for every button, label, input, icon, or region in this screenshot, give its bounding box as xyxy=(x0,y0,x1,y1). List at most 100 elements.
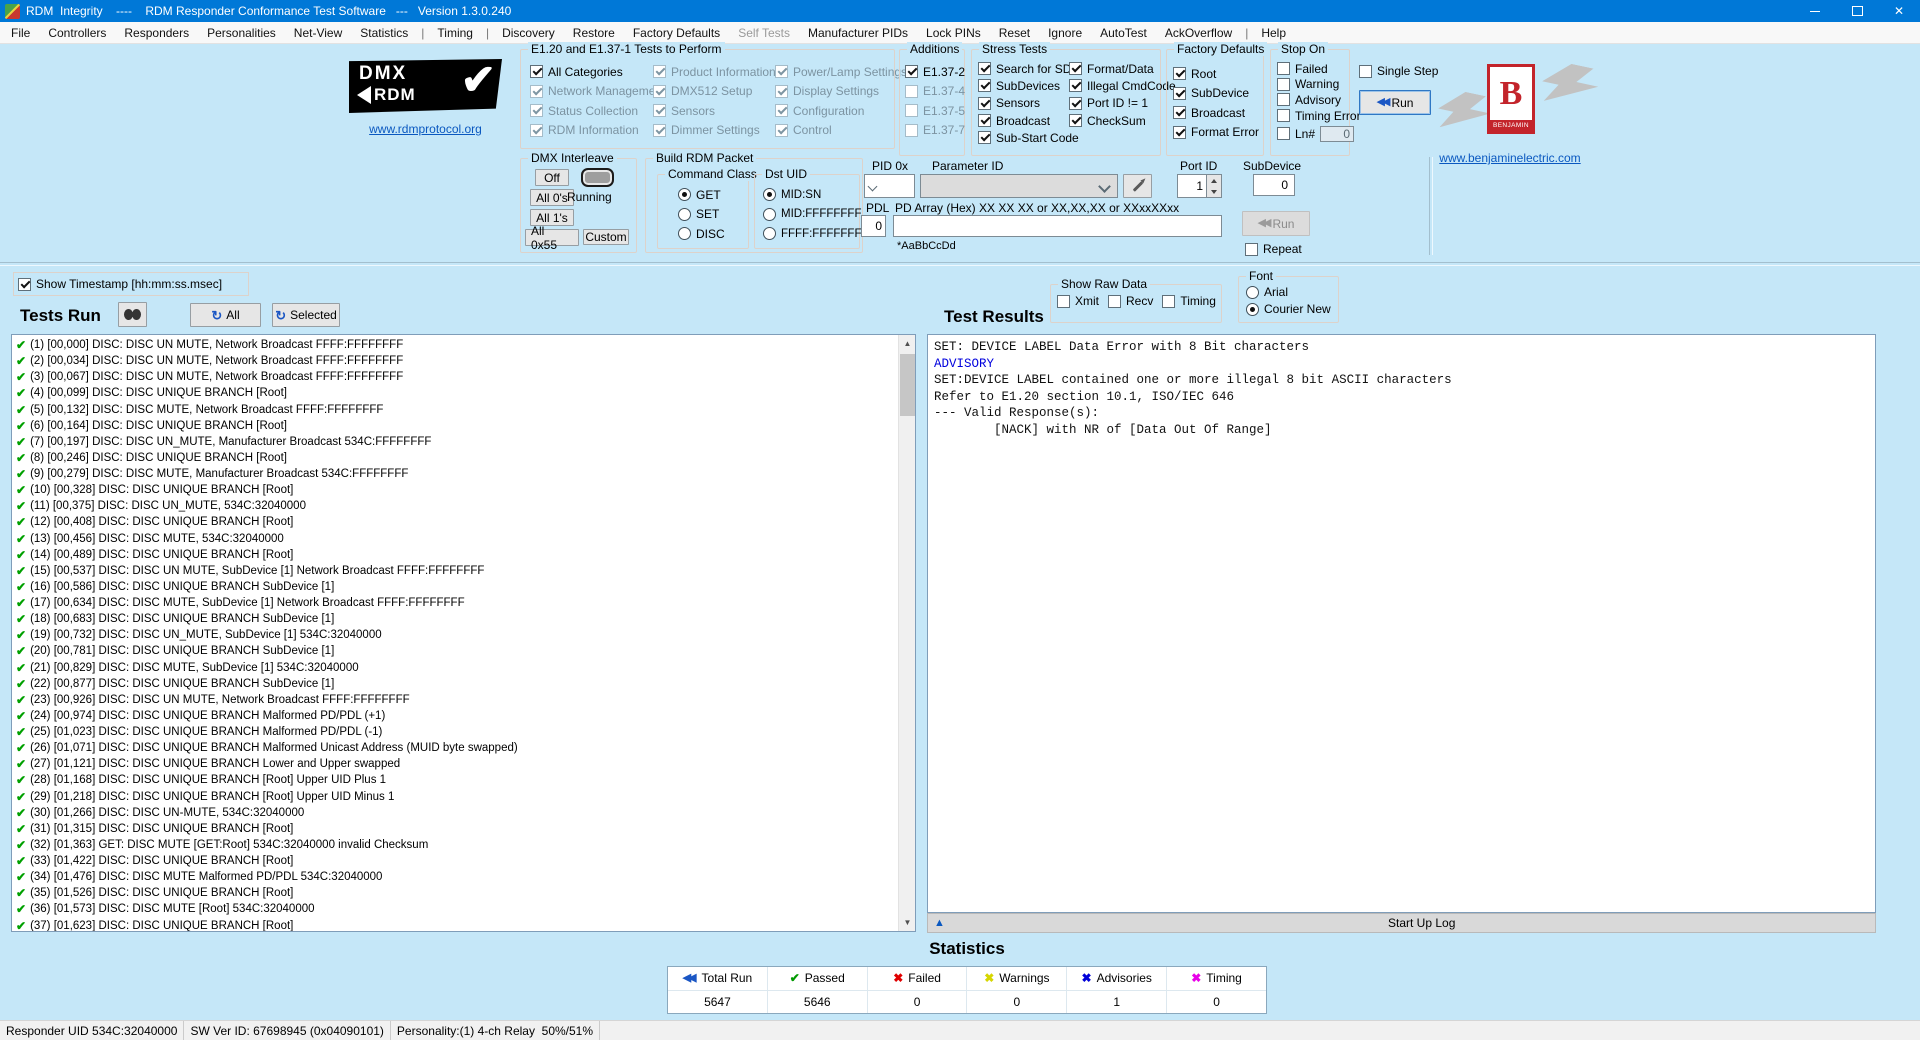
test-run-item[interactable]: ✔ (17) [00,634] DISC: DISC MUTE, SubDevi… xyxy=(12,595,915,611)
interleave-button[interactable]: Off xyxy=(535,169,569,186)
test-run-item[interactable]: ✔ (16) [00,586] DISC: DISC UNIQUE BRANCH… xyxy=(12,579,915,595)
test-category-checkbox[interactable]: Network Management xyxy=(530,82,665,102)
menu-item[interactable]: Responders xyxy=(115,22,198,44)
single-step-row[interactable]: Single Step xyxy=(1359,64,1438,78)
stress-test-checkbox[interactable]: Port ID != 1 xyxy=(1069,95,1176,112)
command-class-radio[interactable]: GET xyxy=(678,185,725,205)
ln-number-field[interactable] xyxy=(1320,126,1354,142)
test-run-item[interactable]: ✔ (34) [01,476] DISC: DISC MUTE Malforme… xyxy=(12,869,915,885)
test-run-item[interactable]: ✔ (33) [01,422] DISC: DISC UNIQUE BRANCH… xyxy=(12,853,915,869)
spinner-buttons[interactable] xyxy=(1207,174,1222,198)
startup-log-bar[interactable]: ▲ Start Up Log xyxy=(927,913,1876,933)
menu-item[interactable]: Manufacturer PIDs xyxy=(799,22,917,44)
test-category-checkbox[interactable]: Sensors xyxy=(653,101,776,121)
test-category-checkbox[interactable]: Status Collection xyxy=(530,101,665,121)
test-run-item[interactable]: ✔ (22) [00,877] DISC: DISC UNIQUE BRANCH… xyxy=(12,676,915,692)
command-class-radio[interactable]: SET xyxy=(678,205,725,225)
test-category-checkbox[interactable]: DMX512 Setup xyxy=(653,82,776,102)
menu-item[interactable]: | xyxy=(482,22,493,44)
test-run-item[interactable]: ✔ (37) [01,623] DISC: DISC UNIQUE BRANCH… xyxy=(12,918,915,933)
test-category-checkbox[interactable]: Dimmer Settings xyxy=(653,121,776,141)
scrollbar-thumb[interactable] xyxy=(900,354,915,416)
test-run-item[interactable]: ✔ (3) [00,067] DISC: DISC UN MUTE, Netwo… xyxy=(12,369,915,385)
stop-on-checkbox[interactable]: Timing Error xyxy=(1277,108,1361,124)
addition-checkbox[interactable]: E1.37-2 xyxy=(905,62,965,82)
pdl-field[interactable] xyxy=(861,215,886,237)
spin-down-button[interactable] xyxy=(1207,186,1221,197)
test-run-item[interactable]: ✔ (8) [00,246] DISC: DISC UNIQUE BRANCH … xyxy=(12,450,915,466)
minimize-button[interactable] xyxy=(1794,0,1836,22)
rerun-selected-button[interactable]: ↻ Selected xyxy=(272,303,340,327)
parameter-id-combobox[interactable] xyxy=(920,174,1118,198)
stop-on-checkbox[interactable]: Failed xyxy=(1277,61,1361,77)
addition-checkbox[interactable]: E1.37-4 xyxy=(905,82,965,102)
factory-default-checkbox[interactable]: Broadcast xyxy=(1173,103,1259,123)
test-run-item[interactable]: ✔ (29) [01,218] DISC: DISC UNIQUE BRANCH… xyxy=(12,789,915,805)
rerun-all-button[interactable]: ↻ All xyxy=(190,303,261,327)
test-category-checkbox[interactable]: RDM Information xyxy=(530,121,665,141)
repeat-row[interactable]: Repeat xyxy=(1245,242,1302,256)
menu-item[interactable]: Self Tests xyxy=(729,22,799,44)
test-run-item[interactable]: ✔ (9) [00,279] DISC: DISC MUTE, Manufact… xyxy=(12,466,915,482)
run-button[interactable]: ◀◀ Run xyxy=(1359,90,1431,115)
addition-checkbox[interactable]: E1.37-5 xyxy=(905,101,965,121)
test-run-item[interactable]: ✔ (12) [00,408] DISC: DISC UNIQUE BRANCH… xyxy=(12,514,915,530)
command-class-radio[interactable]: DISC xyxy=(678,224,725,244)
raw-data-checkbox[interactable]: Timing xyxy=(1162,294,1216,308)
menu-item[interactable]: Controllers xyxy=(39,22,115,44)
stress-test-checkbox[interactable]: Sub-Start Code xyxy=(978,129,1079,146)
test-run-item[interactable]: ✔ (19) [00,732] DISC: DISC UN_MUTE, SubD… xyxy=(12,627,915,643)
test-run-item[interactable]: ✔ (20) [00,781] DISC: DISC UNIQUE BRANCH… xyxy=(12,643,915,659)
factory-default-checkbox[interactable]: SubDevice xyxy=(1173,84,1259,104)
test-run-item[interactable]: ✔ (21) [00,829] DISC: DISC MUTE, SubDevi… xyxy=(12,660,915,676)
factory-default-checkbox[interactable]: Format Error xyxy=(1173,123,1259,143)
raw-data-checkbox[interactable]: Xmit xyxy=(1057,294,1099,308)
menu-item[interactable]: AutoTest xyxy=(1091,22,1156,44)
spin-up-button[interactable] xyxy=(1207,175,1221,186)
test-run-item[interactable]: ✔ (24) [00,974] DISC: DISC UNIQUE BRANCH… xyxy=(12,708,915,724)
test-results-panel[interactable]: SET: DEVICE LABEL Data Error with 8 Bit … xyxy=(927,334,1876,913)
stress-test-checkbox[interactable]: SubDevices xyxy=(978,77,1079,94)
stress-test-checkbox[interactable]: Broadcast xyxy=(978,112,1079,129)
menu-item[interactable]: Ignore xyxy=(1039,22,1091,44)
test-run-item[interactable]: ✔ (11) [00,375] DISC: DISC UN_MUTE, 534C… xyxy=(12,498,915,514)
pid-combobox[interactable] xyxy=(864,174,915,198)
port-id-stepper[interactable] xyxy=(1177,174,1222,198)
test-category-checkbox[interactable]: Product Information xyxy=(653,62,776,82)
test-run-item[interactable]: ✔ (35) [01,526] DISC: DISC UNIQUE BRANCH… xyxy=(12,885,915,901)
test-category-checkbox[interactable]: Power/Lamp Settings xyxy=(775,62,907,82)
menu-item[interactable]: AckOverflow xyxy=(1156,22,1241,44)
test-run-item[interactable]: ✔ (2) [00,034] DISC: DISC UN MUTE, Netwo… xyxy=(12,353,915,369)
test-category-checkbox[interactable]: Configuration xyxy=(775,101,907,121)
scroll-up-button[interactable]: ▲ xyxy=(899,335,916,352)
dst-uid-radio[interactable]: FFFF:FFFFFFFF xyxy=(763,224,869,244)
maximize-button[interactable] xyxy=(1836,0,1878,22)
menu-item[interactable]: Personalities xyxy=(198,22,285,44)
menu-item[interactable]: Discovery xyxy=(493,22,564,44)
tests-list-scrollbar[interactable]: ▲ ▼ xyxy=(898,335,915,931)
close-button[interactable]: ✕ xyxy=(1878,0,1920,22)
test-run-item[interactable]: ✔ (15) [00,537] DISC: DISC UN MUTE, SubD… xyxy=(12,563,915,579)
interleave-button[interactable]: All 0x55 xyxy=(525,229,579,246)
stop-on-checkbox[interactable]: Warning xyxy=(1277,77,1361,93)
test-run-item[interactable]: ✔ (5) [00,132] DISC: DISC MUTE, Network … xyxy=(12,402,915,418)
dst-uid-radio[interactable]: MID:SN xyxy=(763,185,869,205)
test-run-item[interactable]: ✔ (7) [00,197] DISC: DISC UN_MUTE, Manuf… xyxy=(12,434,915,450)
test-run-item[interactable]: ✔ (27) [01,121] DISC: DISC UNIQUE BRANCH… xyxy=(12,756,915,772)
test-run-item[interactable]: ✔ (28) [01,168] DISC: DISC UNIQUE BRANCH… xyxy=(12,772,915,788)
test-run-item[interactable]: ✔ (31) [01,315] DISC: DISC UNIQUE BRANCH… xyxy=(12,821,915,837)
menu-item[interactable]: | xyxy=(1241,22,1252,44)
addition-checkbox[interactable]: E1.37-7 xyxy=(905,121,965,141)
test-run-item[interactable]: ✔ (30) [01,266] DISC: DISC UN-MUTE, 534C… xyxy=(12,805,915,821)
font-radio[interactable]: Courier New xyxy=(1246,302,1331,316)
test-run-item[interactable]: ✔ (4) [00,099] DISC: DISC UNIQUE BRANCH … xyxy=(12,385,915,401)
stop-on-checkbox[interactable]: Advisory xyxy=(1277,92,1361,108)
menu-item[interactable]: Restore xyxy=(564,22,624,44)
font-radio[interactable]: Arial xyxy=(1246,285,1331,299)
menu-item[interactable]: Lock PINs xyxy=(917,22,990,44)
scroll-down-button[interactable]: ▼ xyxy=(899,914,916,931)
show-timestamp-row[interactable]: Show Timestamp [hh:mm:ss.msec] xyxy=(18,277,222,291)
test-category-checkbox[interactable]: Control xyxy=(775,121,907,141)
menu-item[interactable]: Help xyxy=(1252,22,1295,44)
parameter-edit-button[interactable] xyxy=(1123,174,1152,198)
